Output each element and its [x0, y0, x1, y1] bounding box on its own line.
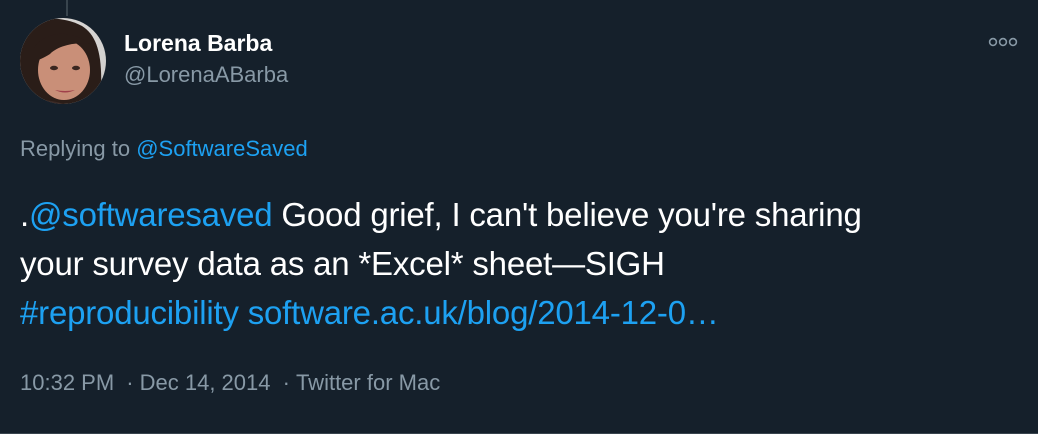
tweet-meta: 10:32 PM · Dec 14, 2014 · Twitter for Mac [20, 368, 440, 398]
url-link[interactable]: software.ac.uk/blog/2014-12-0… [248, 294, 719, 331]
tweet-text-part-1: Good grief, I can't believe you're shari… [272, 196, 862, 233]
avatar-photo-icon [20, 18, 106, 104]
replying-to: Replying to @SoftwareSaved [20, 134, 308, 164]
hashtag-link[interactable]: #reproducibility [20, 294, 239, 331]
tweet-text-line-1: .@softwaresaved Good grief, I can't beli… [20, 190, 1020, 239]
thread-connector [66, 0, 68, 16]
tweet-time[interactable]: 10:32 PM [20, 370, 114, 395]
replying-to-handle-link[interactable]: @SoftwareSaved [136, 136, 308, 161]
tweet-card: Lorena Barba @LorenaABarba Replying to @… [0, 0, 1038, 434]
author-info[interactable]: Lorena Barba @LorenaABarba [124, 28, 288, 90]
tweet-text-line-2: your survey data as an *Excel* sheet—SIG… [20, 245, 665, 282]
tweet-text-line-3: #reproducibility software.ac.uk/blog/201… [20, 288, 1020, 337]
author-handle[interactable]: @LorenaABarba [124, 60, 288, 90]
more-options-icon [988, 37, 1018, 47]
author-name[interactable]: Lorena Barba [124, 28, 288, 58]
tweet-date[interactable]: Dec 14, 2014 [140, 370, 271, 395]
tweet-source[interactable]: Twitter for Mac [296, 370, 440, 395]
tweet-text: .@softwaresaved Good grief, I can't beli… [20, 190, 1020, 337]
more-options-button[interactable] [986, 30, 1020, 54]
meta-separator: · [282, 370, 290, 395]
avatar[interactable] [20, 18, 106, 104]
replying-to-label: Replying to [20, 136, 131, 161]
mention-link[interactable]: @softwaresaved [29, 196, 273, 233]
meta-separator: · [126, 370, 134, 395]
tweet-lead: . [20, 196, 29, 233]
